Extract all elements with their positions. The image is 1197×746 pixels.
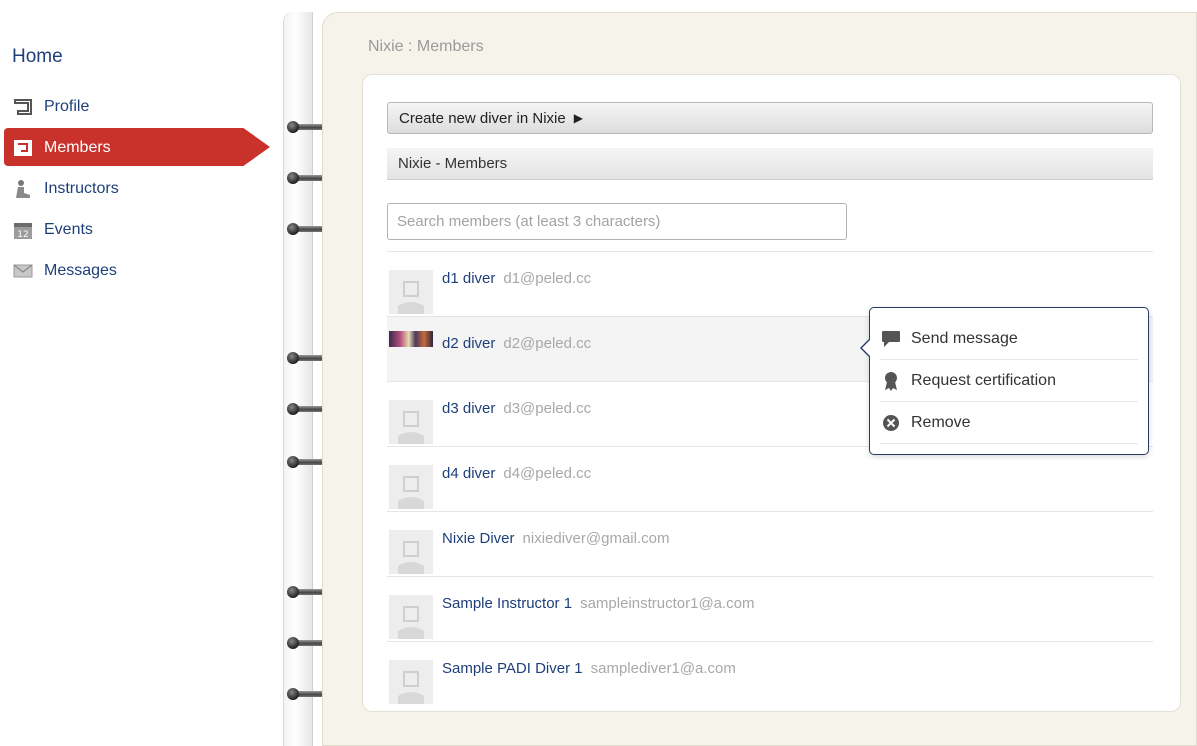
sidebar-item-instructors[interactable]: Instructors [0, 168, 290, 209]
member-email: d4@peled.cc [503, 465, 592, 482]
instructors-icon [12, 179, 34, 199]
avatar [389, 530, 433, 574]
sidebar-item-events[interactable]: 12 Events [0, 209, 290, 250]
request-certification-menu-item[interactable]: Request certification [880, 360, 1138, 402]
svg-text:12: 12 [17, 230, 28, 240]
sidebar-item-messages[interactable]: Messages [0, 250, 290, 291]
avatar [389, 465, 433, 509]
avatar [389, 660, 433, 704]
avatar [389, 270, 433, 314]
sidebar-item-label: Instructors [44, 179, 119, 197]
sidebar-item-members[interactable]: Members [0, 127, 290, 168]
sidebar-item-profile[interactable]: Profile [0, 86, 290, 127]
play-arrow-icon: ▶ [573, 111, 583, 125]
sidebar-item-label: Events [44, 220, 93, 238]
home-link[interactable]: Home [12, 46, 63, 68]
member-email: d3@peled.cc [503, 400, 592, 417]
member-email: nixiediver@gmail.com [522, 530, 670, 547]
member-name[interactable]: d4 diver [442, 465, 495, 482]
ribbon-award-icon [880, 371, 902, 391]
avatar [389, 595, 433, 639]
speech-bubble-icon [880, 329, 902, 349]
member-row[interactable]: Sample Instructor 1 sampleinstructor1@a.… [387, 576, 1153, 641]
remove-circle-icon [880, 413, 902, 433]
create-diver-label: Create new diver in Nixie [399, 109, 566, 127]
envelope-icon [12, 261, 34, 281]
member-context-menu: Send message Request certification Remov… [860, 307, 1149, 455]
member-email: samplediver1@a.com [590, 660, 736, 677]
menu-item-label: Request certification [911, 371, 1056, 389]
avatar [389, 400, 433, 444]
sidebar: Home Profile Members Instructors 12 Even… [0, 0, 290, 746]
member-name[interactable]: d2 diver [442, 335, 495, 352]
send-message-menu-item[interactable]: Send message [880, 318, 1138, 360]
member-email: sampleinstructor1@a.com [580, 595, 755, 612]
member-row[interactable]: Sample PADI Diver 1 samplediver1@a.com [387, 641, 1153, 706]
create-diver-button[interactable]: Create new diver in Nixie ▶ [387, 102, 1153, 134]
member-name[interactable]: Sample PADI Diver 1 [442, 660, 583, 677]
sidebar-nav: Profile Members Instructors 12 Events Me… [0, 86, 290, 291]
member-row[interactable]: d4 diver d4@peled.cc [387, 446, 1153, 511]
sidebar-item-label: Messages [44, 261, 117, 279]
member-email: d1@peled.cc [503, 270, 592, 287]
calendar-icon: 12 [12, 220, 34, 240]
member-name[interactable]: d3 diver [442, 400, 495, 417]
sidebar-item-label: Profile [44, 97, 90, 115]
member-name[interactable]: Nixie Diver [442, 530, 515, 547]
profile-icon [12, 97, 34, 117]
menu-item-label: Send message [911, 329, 1018, 347]
member-email: d2@peled.cc [503, 335, 592, 352]
search-members-input[interactable] [387, 203, 847, 240]
remove-menu-item[interactable]: Remove [880, 402, 1138, 444]
member-name[interactable]: d1 diver [442, 270, 495, 287]
section-title: Nixie - Members [398, 155, 508, 172]
menu-item-label: Remove [911, 413, 971, 431]
members-icon [12, 138, 34, 158]
page-title: Nixie : Members [368, 38, 484, 55]
member-name[interactable]: Sample Instructor 1 [442, 595, 572, 612]
section-header: Nixie - Members [387, 148, 1153, 180]
member-row[interactable]: Nixie Diver nixiediver@gmail.com [387, 511, 1153, 576]
sidebar-item-label: Members [44, 138, 111, 156]
avatar-photo [389, 331, 433, 347]
